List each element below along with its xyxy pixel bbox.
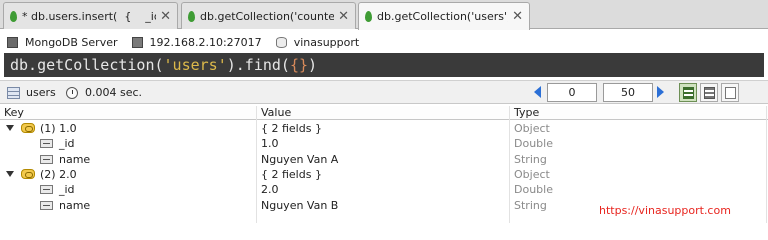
field-icon (40, 185, 53, 194)
database-icon (275, 36, 287, 48)
object-icon (21, 123, 35, 133)
row-type: String (514, 153, 547, 166)
row-type: Double (514, 137, 553, 150)
text-view-icon (725, 87, 736, 99)
skip-input[interactable]: 0 (547, 83, 597, 102)
clock-icon (66, 86, 78, 99)
row-key: _id (59, 137, 75, 150)
row-type: Object (514, 168, 550, 181)
object-icon (21, 169, 35, 179)
tree-view-button[interactable] (679, 83, 697, 102)
row-type: Double (514, 183, 553, 196)
tab-users-insert[interactable]: * db.users.insert( { _id... ✕ (3, 2, 178, 29)
row-value: 1.0 (261, 137, 279, 150)
tab-get-collection-counters[interactable]: db.getCollection('counters'... ✕ (181, 2, 356, 29)
database-name: vinasupport (293, 35, 360, 49)
table-view-button[interactable] (700, 83, 718, 102)
server-icon (7, 36, 18, 48)
table-row-document-2[interactable]: (2) 2.0 { 2 fields } Object (0, 167, 768, 182)
table-row-field[interactable]: _id 2.0 Double (0, 182, 768, 197)
result-collection: users (7, 86, 56, 99)
column-header-type[interactable]: Type (514, 106, 539, 119)
query-time-value: 0.004 sec. (85, 86, 143, 99)
mongodb-leaf-icon (188, 10, 195, 22)
row-value: Nguyen Van A (261, 153, 339, 166)
field-icon (40, 201, 53, 210)
table-row-document-1[interactable]: (1) 1.0 { 2 fields } Object (0, 121, 768, 136)
query-prefix: db.getCollection( (10, 56, 164, 74)
results-toolbar: users 0.004 sec. 0 50 (0, 80, 768, 104)
table-view-icon (704, 87, 715, 99)
tab-label: db.getCollection('users').fin... (377, 10, 508, 23)
column-header-value[interactable]: Value (261, 106, 291, 119)
tab-label: db.getCollection('counters'... (200, 9, 335, 23)
expand-arrow-icon[interactable] (6, 125, 14, 131)
collection-name: users (26, 86, 56, 99)
row-value: 2.0 (261, 183, 279, 196)
field-icon (40, 139, 53, 148)
row-key: name (59, 199, 91, 212)
field-icon (40, 155, 53, 164)
table-row-field[interactable]: name Nguyen Van A String (0, 152, 768, 167)
table-icon (7, 86, 20, 99)
row-value: Nguyen Van B (261, 199, 339, 212)
query-filter: {} (289, 56, 309, 74)
query-collection-string: 'users' (163, 56, 227, 74)
connection-host: 192.168.2.10:27017 (131, 35, 262, 49)
row-key: (2) 2.0 (40, 168, 77, 181)
tree-view-icon (683, 87, 694, 99)
tab-get-collection-users[interactable]: db.getCollection('users').fin... ✕ (358, 2, 530, 30)
row-value: { 2 fields } (261, 122, 322, 135)
mongodb-leaf-icon (365, 11, 372, 22)
row-key: _id (59, 183, 75, 196)
table-row-field[interactable]: _id 1.0 Double (0, 136, 768, 151)
mongodb-leaf-icon (10, 10, 17, 22)
expand-arrow-icon[interactable] (6, 171, 14, 177)
server-name: MongoDB Server (25, 35, 118, 49)
watermark-url: https://vinasupport.com (599, 204, 731, 217)
row-key: (1) 1.0 (40, 122, 77, 135)
connection-database: vinasupport (275, 35, 360, 49)
next-page-icon[interactable] (657, 86, 664, 98)
query-middle: ).find( (226, 56, 290, 74)
column-header-key[interactable]: Key (4, 106, 24, 119)
results-table-header: Key Value Type (0, 106, 768, 120)
tab-bar: * db.users.insert( { _id... ✕ db.getColl… (0, 0, 768, 30)
row-type: String (514, 199, 547, 212)
row-key: name (59, 153, 91, 166)
tab-label: * db.users.insert( { _id... (22, 9, 156, 23)
limit-input[interactable]: 50 (603, 83, 653, 102)
row-type: Object (514, 122, 550, 135)
connection-bar: MongoDB Server 192.168.2.10:27017 vinasu… (0, 32, 768, 52)
query-editor[interactable]: db.getCollection('users').find({}) (4, 53, 764, 77)
host-address: 192.168.2.10:27017 (149, 35, 262, 49)
previous-page-icon[interactable] (534, 86, 541, 98)
host-icon (131, 36, 143, 48)
text-view-button[interactable] (721, 83, 739, 102)
row-value: { 2 fields } (261, 168, 322, 181)
close-icon[interactable]: ✕ (160, 9, 171, 24)
connection-server: MongoDB Server (7, 36, 118, 49)
query-time: 0.004 sec. (66, 86, 142, 99)
close-icon[interactable]: ✕ (512, 9, 523, 24)
close-icon[interactable]: ✕ (338, 9, 349, 24)
query-suffix: ) (308, 56, 318, 74)
